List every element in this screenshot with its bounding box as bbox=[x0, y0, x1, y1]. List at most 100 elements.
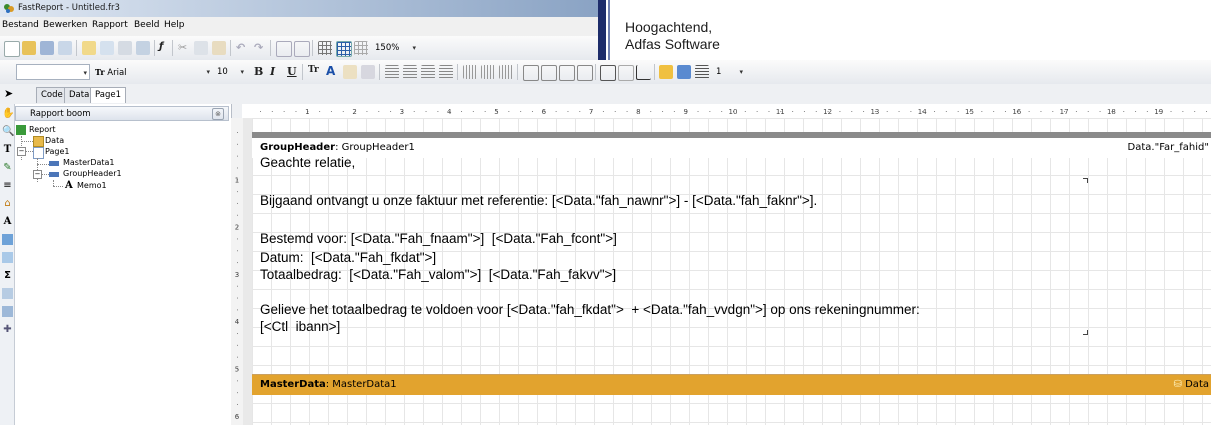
menu-bestand[interactable]: Bestand bbox=[2, 20, 39, 30]
picture-icon[interactable] bbox=[2, 234, 13, 245]
cut-icon[interactable]: ✂ bbox=[178, 41, 187, 54]
tree-node-data[interactable]: Data bbox=[45, 136, 64, 145]
delete-page-icon[interactable] bbox=[118, 41, 132, 55]
more-objects-icon[interactable]: ✚ bbox=[2, 324, 13, 335]
frame-top-icon[interactable] bbox=[523, 65, 539, 81]
frame-none-icon[interactable] bbox=[618, 65, 634, 81]
memo-icon[interactable]: A bbox=[2, 216, 13, 227]
collapse-page1-icon[interactable]: − bbox=[17, 147, 26, 156]
frame-right-icon[interactable] bbox=[577, 65, 593, 81]
frame-color-icon[interactable] bbox=[677, 65, 691, 79]
ruler-tick bbox=[1146, 111, 1148, 112]
sum-icon[interactable]: Σ bbox=[2, 270, 13, 281]
valign-top-icon[interactable] bbox=[463, 65, 477, 79]
system-text-icon[interactable] bbox=[2, 288, 13, 299]
ruler-tick bbox=[1028, 111, 1030, 112]
highlight-icon[interactable] bbox=[343, 65, 357, 79]
tree-node-report[interactable]: Report bbox=[29, 125, 56, 134]
redo-icon[interactable]: ↷ bbox=[254, 41, 263, 54]
masterdata-band[interactable]: MasterData: MasterData1 ⛁ Data bbox=[252, 374, 1211, 395]
preview-icon[interactable] bbox=[58, 41, 72, 55]
align-grid-icon[interactable] bbox=[336, 41, 352, 57]
tree-node-groupheader1[interactable]: GroupHeader1 bbox=[63, 169, 122, 178]
text-object-icon[interactable]: T bbox=[2, 144, 13, 155]
ruler-tick bbox=[744, 111, 746, 112]
frame-left-icon[interactable] bbox=[559, 65, 575, 81]
chevron-down-icon: ▾ bbox=[739, 68, 743, 76]
valign-center-icon[interactable] bbox=[481, 65, 495, 79]
popup-line-1: Hoogachtend, bbox=[625, 19, 713, 35]
font-color-icon[interactable]: A bbox=[326, 64, 335, 78]
subreport-icon[interactable]: ⌂ bbox=[2, 198, 13, 209]
collapse-groupheader1-icon[interactable]: − bbox=[33, 170, 42, 179]
function-icon[interactable]: ƒ bbox=[159, 41, 163, 52]
menu-rapport[interactable]: Rapport bbox=[92, 20, 128, 30]
menu-bewerken[interactable]: Bewerken bbox=[43, 20, 87, 30]
tab-code[interactable]: Code bbox=[36, 87, 68, 103]
new-file-icon[interactable] bbox=[4, 41, 20, 57]
ruler-label: 3 bbox=[400, 108, 404, 116]
copy-icon[interactable] bbox=[194, 41, 208, 55]
font-name-select[interactable]: Tr Arial ▾ bbox=[92, 64, 212, 80]
ruler-tick bbox=[579, 111, 581, 112]
align-center-icon[interactable] bbox=[403, 65, 417, 79]
frame-shadow-icon[interactable] bbox=[636, 65, 651, 80]
valign-bottom-icon[interactable] bbox=[499, 65, 513, 79]
ungroup-icon[interactable] bbox=[294, 41, 310, 57]
group-icon[interactable] bbox=[276, 41, 292, 57]
tree-node-masterdata1[interactable]: MasterData1 bbox=[63, 158, 115, 167]
new-page-icon[interactable] bbox=[100, 41, 114, 55]
tab-page1[interactable]: Page1 bbox=[90, 87, 126, 103]
menu-help[interactable]: Help bbox=[164, 20, 185, 30]
pointer-icon[interactable]: ➤ bbox=[4, 87, 13, 100]
popup-accent-bar-secondary bbox=[608, 0, 610, 60]
align-left-icon[interactable] bbox=[385, 65, 399, 79]
paste-icon[interactable] bbox=[212, 41, 226, 55]
design-canvas[interactable]: GroupHeader: GroupHeader1 Data."Far_fahi… bbox=[243, 118, 1211, 425]
fit-grid-icon[interactable] bbox=[354, 41, 368, 55]
style-select[interactable]: ▾ bbox=[16, 64, 90, 80]
bold-button[interactable]: B bbox=[254, 65, 263, 78]
close-panel-icon[interactable]: ⊗ bbox=[212, 108, 224, 120]
ruler-tick bbox=[993, 111, 995, 112]
frame-width-select[interactable]: 1 ▾ bbox=[713, 64, 745, 80]
show-grid-icon[interactable] bbox=[318, 41, 332, 55]
band-icon[interactable]: ≡ bbox=[2, 180, 13, 191]
table-object-icon[interactable] bbox=[2, 306, 13, 317]
ruler-label: 19 bbox=[1154, 108, 1163, 116]
fill-color-icon[interactable] bbox=[659, 65, 673, 79]
ruler-tick bbox=[721, 111, 723, 112]
frame-style-icon[interactable] bbox=[695, 65, 709, 79]
ruler-label: 8 bbox=[636, 108, 640, 116]
subreport-object-icon[interactable] bbox=[2, 252, 13, 263]
underline-button[interactable]: U bbox=[287, 65, 297, 78]
tree-node-memo1[interactable]: Memo1 bbox=[77, 181, 107, 190]
align-justify-icon[interactable] bbox=[439, 65, 453, 79]
hand-icon[interactable]: ✋ bbox=[2, 108, 14, 119]
text-tool-icon[interactable]: ✎ bbox=[2, 162, 13, 173]
align-right-icon[interactable] bbox=[421, 65, 435, 79]
tree-node-page1[interactable]: Page1 bbox=[45, 147, 69, 156]
fastreport-app-icon bbox=[3, 2, 15, 14]
masterdata-band-icon bbox=[49, 161, 59, 166]
menu-beeld[interactable]: Beeld bbox=[134, 20, 159, 30]
ruler-tick bbox=[626, 111, 628, 112]
ruler-tick bbox=[1206, 111, 1207, 112]
italic-button[interactable]: I bbox=[270, 65, 275, 78]
zoom-icon[interactable]: 🔍 bbox=[2, 126, 14, 137]
ruler-tick bbox=[815, 111, 817, 112]
page-settings-icon[interactable] bbox=[136, 41, 150, 55]
open-folder-icon[interactable] bbox=[22, 41, 36, 55]
undo-icon[interactable]: ↶ bbox=[236, 41, 245, 54]
frame-all-icon[interactable] bbox=[600, 65, 616, 81]
new-report-icon[interactable] bbox=[82, 41, 96, 55]
font-icon[interactable]: Tr bbox=[308, 65, 319, 75]
save-icon[interactable] bbox=[40, 41, 54, 55]
zoom-select[interactable]: 150% ▾ bbox=[372, 40, 418, 56]
font-size-select[interactable]: 10 ▾ bbox=[214, 64, 246, 80]
ruler-tick bbox=[437, 111, 439, 112]
ruler-tick bbox=[886, 111, 888, 112]
frame-bottom-icon[interactable] bbox=[541, 65, 557, 81]
vertical-ruler-ticks: 1 2 3 4 5 6 bbox=[235, 132, 240, 421]
rotation-icon[interactable] bbox=[361, 65, 375, 79]
